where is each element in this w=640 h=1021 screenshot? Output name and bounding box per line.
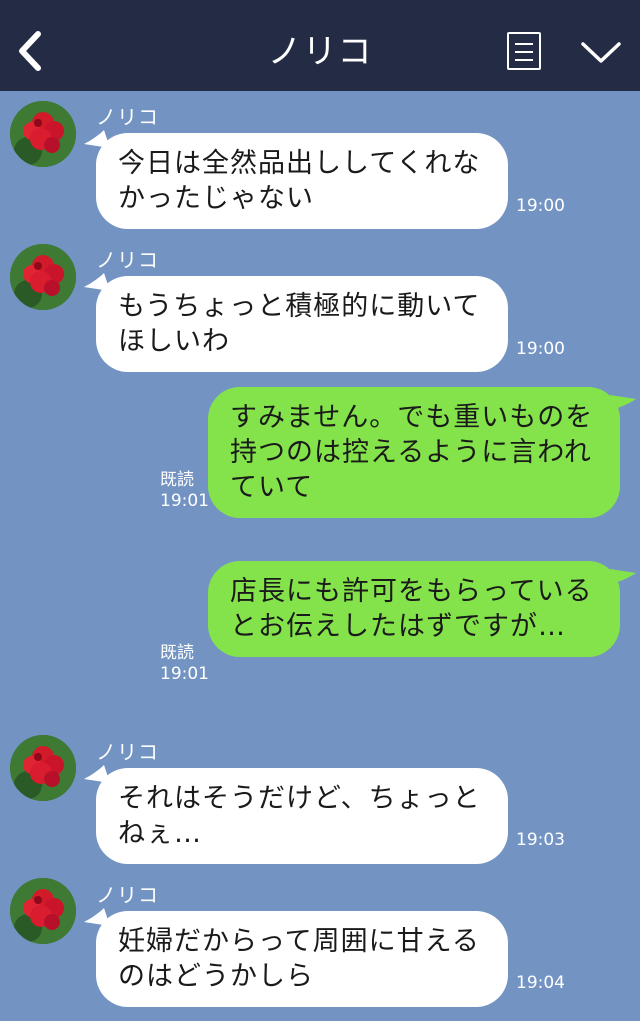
message-time: 19:00 [516, 196, 565, 216]
expand-button[interactable] [580, 40, 622, 66]
avatar[interactable] [10, 244, 76, 310]
message-time: 19:04 [516, 973, 565, 993]
message-bubble[interactable]: すみません。でも重いものを持つのは控えるように言われていて [208, 387, 620, 518]
bubble-tail [610, 569, 636, 583]
message-bubble[interactable]: 妊婦だからって周囲に甘えるのはどうかしら [96, 911, 508, 1007]
read-receipt: 既読 19:01 [160, 643, 209, 685]
rose-avatar-image [10, 735, 76, 801]
message-bubble[interactable]: 店長にも許可をもらっているとお伝えしたはずですが… [208, 561, 620, 657]
message-time: 19:03 [516, 830, 565, 850]
message-bubble[interactable]: もうちょっと積極的に動いてほしいわ [96, 276, 508, 372]
menu-line [515, 59, 533, 61]
read-label: 既読 [160, 643, 194, 663]
sender-name: ノリコ [96, 740, 159, 764]
avatar[interactable] [10, 878, 76, 944]
message-time: 19:00 [516, 339, 565, 359]
avatar[interactable] [10, 101, 76, 167]
message-bubble[interactable]: 今日は全然品出ししてくれなかったじゃない [96, 133, 508, 229]
sender-name: ノリコ [96, 248, 159, 272]
read-label: 既読 [160, 470, 194, 490]
message-bubble[interactable]: それはそうだけど、ちょっとねぇ… [96, 768, 508, 864]
rose-avatar-image [10, 101, 76, 167]
read-receipt: 既読 19:01 [160, 470, 209, 512]
chevron-down-icon [581, 42, 621, 63]
sender-name: ノリコ [96, 105, 159, 129]
menu-line [515, 51, 533, 53]
menu-lines-icon [515, 43, 533, 45]
menu-button[interactable] [507, 32, 541, 70]
avatar[interactable] [10, 735, 76, 801]
message-time: 19:01 [160, 491, 209, 511]
rose-avatar-image [10, 878, 76, 944]
sender-name: ノリコ [96, 883, 159, 907]
chat-title: ノリコ [267, 32, 373, 72]
chat-header: ノリコ [0, 0, 640, 91]
rose-avatar-image [10, 244, 76, 310]
message-time: 19:01 [160, 664, 209, 684]
bubble-tail [610, 395, 636, 409]
